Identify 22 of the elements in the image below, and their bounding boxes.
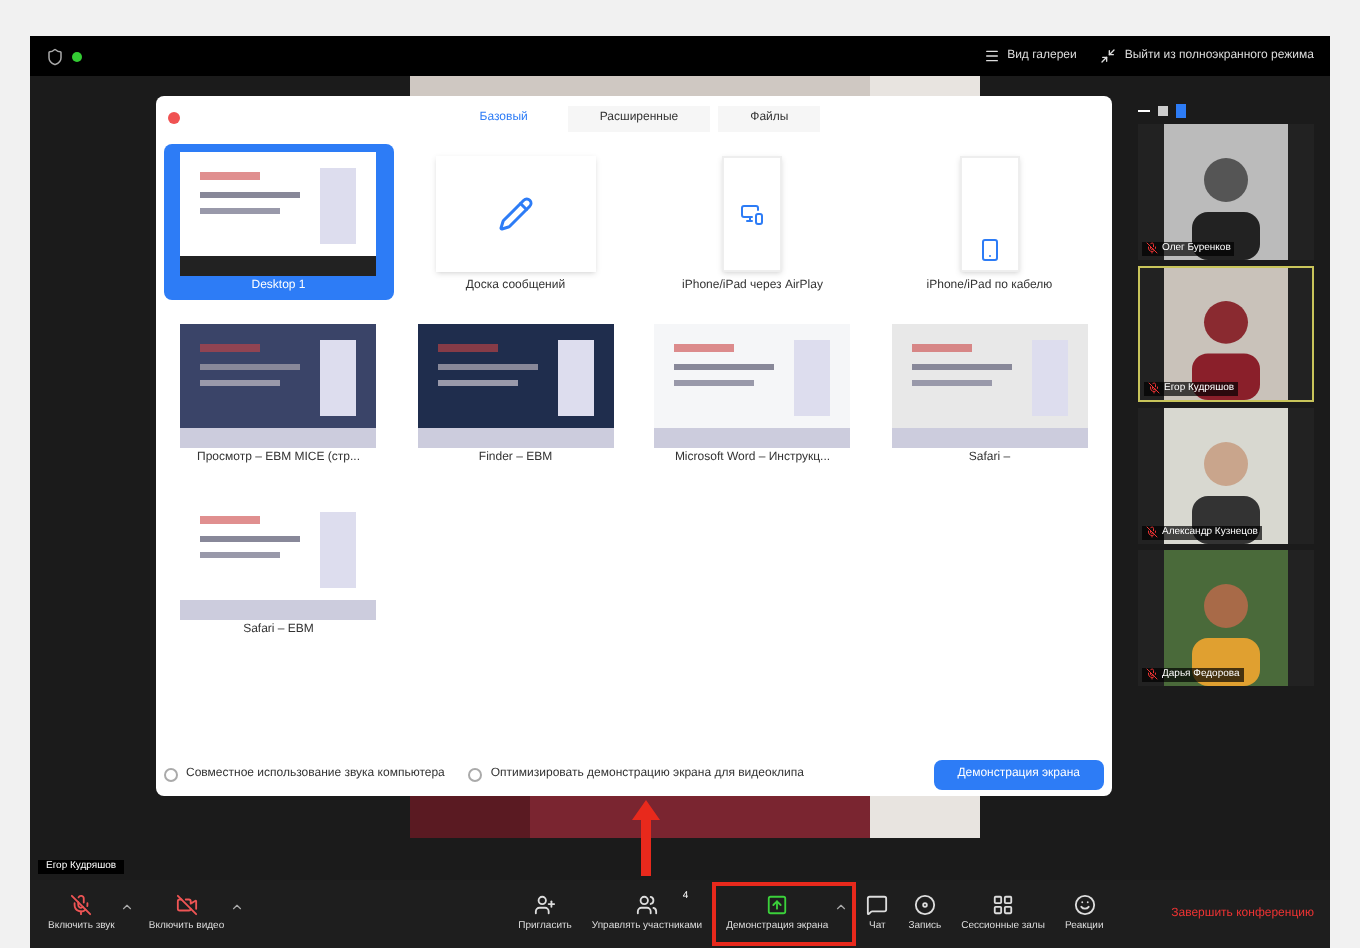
- caret-icon[interactable]: [230, 899, 245, 913]
- caret-icon[interactable]: [120, 899, 135, 913]
- shield-icon: [46, 47, 64, 65]
- muted-mic-icon: [70, 893, 93, 916]
- share-screen-icon: [766, 893, 789, 916]
- pencil-icon: [497, 196, 534, 232]
- smiley-icon: [1073, 893, 1096, 916]
- chat-bubble-icon: [866, 893, 889, 916]
- arrow-icon: [632, 800, 660, 876]
- video-off-icon: [175, 893, 198, 916]
- checkbox[interactable]: [164, 768, 178, 782]
- record-icon: [913, 893, 936, 916]
- grid-icon: [992, 893, 1015, 916]
- caret-icon[interactable]: [834, 899, 849, 913]
- menu-icon: [983, 48, 1000, 64]
- cable-icon: [977, 238, 1002, 262]
- checkbox[interactable]: [468, 768, 483, 782]
- add-user-icon: [534, 893, 556, 916]
- airplay-icon: [740, 202, 765, 226]
- minimize-arrows-icon: [1100, 48, 1117, 64]
- people-icon: [636, 893, 658, 916]
- tile-icon[interactable]: [1158, 106, 1168, 116]
